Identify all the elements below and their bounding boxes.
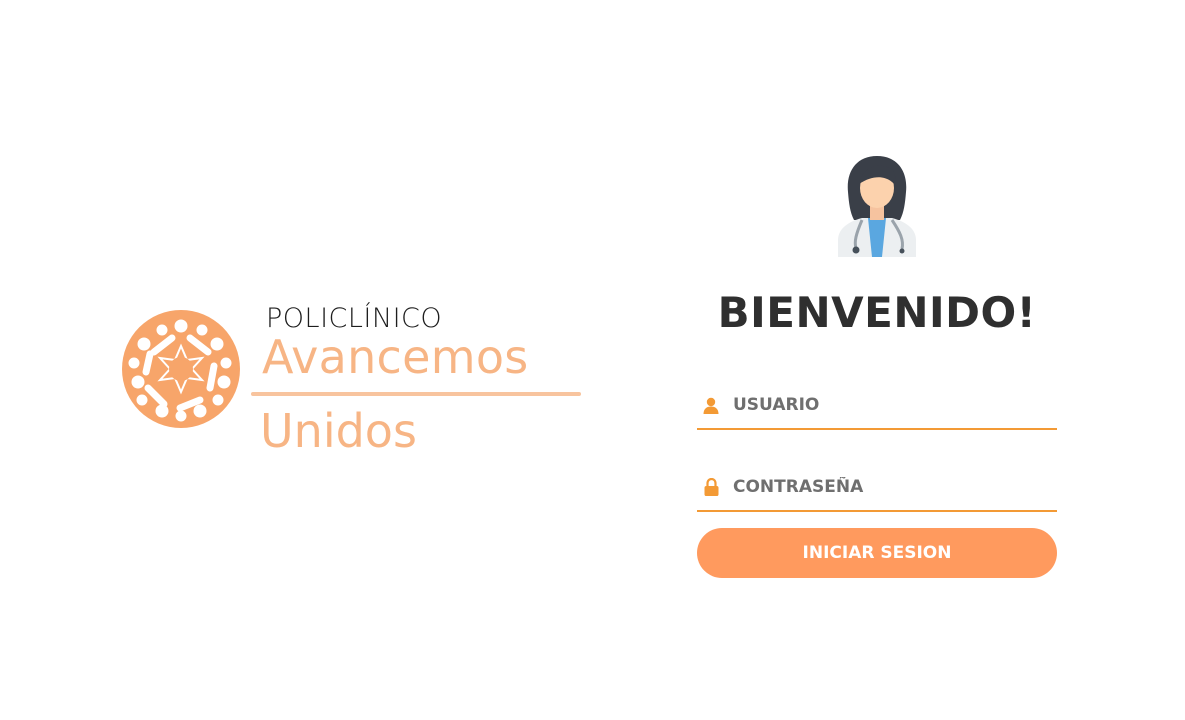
brand-line-3: Unidos xyxy=(260,404,417,458)
welcome-heading: BIENVENIDO! xyxy=(717,288,1037,337)
people-circle-emblem-icon xyxy=(122,310,240,428)
login-page: POLICLÍNICO Avancemos Unidos BIENVENIDO! xyxy=(0,0,1185,720)
lock-icon xyxy=(701,477,721,497)
doctor-avatar-icon xyxy=(838,156,916,257)
username-field xyxy=(697,382,1057,430)
password-input[interactable] xyxy=(733,469,1033,505)
brand-divider xyxy=(251,392,581,396)
brand-line-2: Avancemos xyxy=(262,330,529,384)
user-icon xyxy=(701,395,721,415)
clinic-logo: POLICLÍNICO Avancemos Unidos xyxy=(120,300,590,460)
password-field xyxy=(697,464,1057,512)
username-input[interactable] xyxy=(733,387,1033,423)
login-button[interactable]: INICIAR SESION xyxy=(697,528,1057,578)
